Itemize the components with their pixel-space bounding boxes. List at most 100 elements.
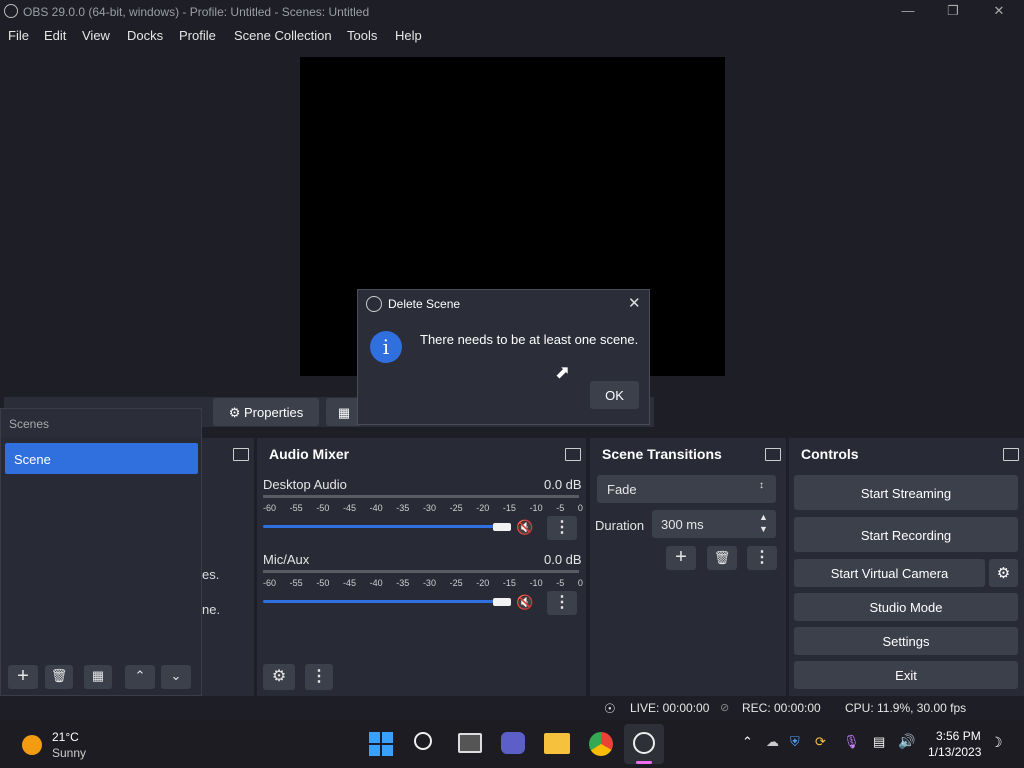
cloud-icon[interactable]: ☁ [766, 734, 779, 750]
volume-icon[interactable]: 🔊 [898, 733, 915, 750]
channel-name: Mic/Aux [263, 552, 310, 567]
settings-button[interactable]: Settings [794, 627, 1018, 655]
tick-label: -35 [396, 578, 410, 588]
properties-button[interactable]: ⚙ Properties [213, 398, 319, 426]
transition-menu-button[interactable]: ⋮ [747, 546, 777, 570]
tick-label: -10 [529, 503, 543, 513]
tick-label: -50 [316, 503, 330, 513]
float-dock-icon[interactable] [565, 448, 581, 461]
ok-button[interactable]: OK [590, 381, 639, 409]
menu-file[interactable]: File [8, 28, 29, 43]
volume-slider-handle[interactable] [493, 598, 511, 606]
maximize-button[interactable]: ❐ [943, 2, 963, 20]
tick-label: -10 [529, 578, 543, 588]
menu-view[interactable]: View [82, 28, 110, 43]
volume-slider[interactable] [263, 600, 503, 603]
duration-value: 300 ms [661, 517, 704, 532]
weather-desc: Sunny [52, 746, 87, 760]
close-button[interactable]: ✕ [989, 2, 1009, 20]
chevron-up-icon[interactable]: ⌃ [742, 734, 753, 750]
menu-edit[interactable]: Edit [44, 28, 66, 43]
mute-icon[interactable]: 🔇 [516, 519, 533, 536]
scene-filters-button[interactable]: ▦ [84, 665, 112, 689]
add-scene-button[interactable]: + [8, 665, 38, 689]
remove-scene-button[interactable]: 🗑 [45, 665, 73, 689]
float-dock-icon[interactable] [765, 448, 781, 461]
chevron-down-icon: ⌄ [170, 668, 182, 683]
menu-scene-collection[interactable]: Scene Collection [234, 28, 332, 43]
minimize-button[interactable]: — [898, 2, 918, 20]
menu-help[interactable]: Help [395, 28, 422, 43]
meter-scale: -60 -55 -50 -45 -40 -35 -30 -25 -20 -15 -10 -5 0 [263, 503, 583, 513]
tick-label: -45 [342, 578, 356, 588]
duration-spinbox[interactable]: 300 ms ▲ ▼ [652, 510, 776, 538]
tick-label: -5 [556, 578, 565, 588]
volume-slider-handle[interactable] [493, 523, 511, 531]
moon-icon[interactable]: ☽ [990, 734, 1003, 751]
windows-start-icon[interactable] [369, 732, 393, 756]
chevron-down-icon[interactable]: ▼ [759, 524, 768, 534]
chrome-icon[interactable] [589, 732, 613, 756]
start-streaming-button[interactable]: Start Streaming [794, 475, 1018, 510]
float-dock-icon[interactable] [233, 448, 249, 461]
meter-scale: -60 -55 -50 -45 -40 -35 -30 -25 -20 -15 -10 -5 0 [263, 578, 583, 588]
float-dock-icon[interactable] [1003, 448, 1019, 461]
update-icon[interactable]: ⟳ [815, 734, 826, 750]
channel-menu-button[interactable]: ⋮ [547, 591, 577, 615]
title-bar: OBS 29.0.0 (64-bit, windows) - Profile: … [0, 0, 1024, 23]
scenes-header: Scenes [1, 409, 201, 437]
shield-icon[interactable]: ⛨ [790, 734, 800, 750]
mute-icon[interactable]: 🔇 [516, 594, 533, 611]
tick-label: -30 [422, 503, 436, 513]
remove-transition-button[interactable]: 🗑 [707, 546, 737, 570]
tick-label: -20 [476, 578, 490, 588]
channel-menu-button[interactable]: ⋮ [547, 516, 577, 540]
live-status: LIVE: 00:00:00 [630, 701, 710, 715]
transition-select[interactable]: Fade ↕ [597, 475, 776, 503]
obs-logo-icon [366, 296, 382, 312]
kebab-menu-icon: ⋮ [554, 594, 570, 611]
search-icon[interactable] [414, 732, 432, 750]
add-transition-button[interactable]: + [666, 546, 696, 570]
filter-icon: ▦ [337, 405, 351, 420]
dialog-close-icon[interactable]: ✕ [628, 294, 641, 312]
chevron-up-icon[interactable]: ▲ [759, 512, 768, 522]
audio-mixer-dock: Audio Mixer Desktop Audio 0.0 dB -60 -55 -… [257, 438, 586, 696]
task-view-icon[interactable] [458, 733, 482, 753]
move-scene-down-button[interactable]: ⌄ [161, 665, 191, 689]
clock-date[interactable]: 1/13/2023 [928, 745, 981, 759]
tick-label: 0 [577, 578, 583, 588]
menu-profile[interactable]: Profile [179, 28, 216, 43]
rec-status: REC: 00:00:00 [742, 701, 821, 715]
sources-dock: es. ne. [202, 438, 254, 696]
scenes-dock: Scenes Scene + 🗑 ▦ ⌃ ⌄ [0, 408, 202, 696]
menu-tools[interactable]: Tools [347, 28, 377, 43]
advanced-audio-button[interactable]: ⚙ [263, 664, 295, 690]
obs-taskbar-button[interactable] [624, 724, 664, 764]
controls-dock: Controls Start Streaming Start Recording… [789, 438, 1024, 696]
virtual-camera-settings-button[interactable]: ⚙ [989, 559, 1018, 587]
filter-icon: ▦ [91, 668, 105, 683]
transition-selected: Fade [607, 482, 637, 497]
studio-mode-button[interactable]: Studio Mode [794, 593, 1018, 621]
chat-icon[interactable] [501, 732, 525, 754]
trash-icon: 🗑 [713, 550, 731, 565]
cpu-status: CPU: 11.9%, 30.00 fps [845, 701, 967, 715]
clock-time[interactable]: 3:56 PM [936, 729, 981, 743]
microphone-icon[interactable]: 🎙 [843, 734, 860, 750]
chevron-up-icon: ⌃ [134, 668, 146, 683]
tick-label: -50 [316, 578, 330, 588]
move-scene-up-button[interactable]: ⌃ [125, 665, 155, 689]
obs-logo-icon [4, 4, 18, 18]
start-virtual-camera-button[interactable]: Start Virtual Camera [794, 559, 985, 587]
mixer-menu-button[interactable]: ⋮ [305, 664, 333, 690]
start-recording-button[interactable]: Start Recording [794, 517, 1018, 552]
file-explorer-icon[interactable] [544, 733, 570, 754]
volume-slider[interactable] [263, 525, 503, 528]
tick-label: -25 [449, 503, 463, 513]
network-icon[interactable]: ▤ [873, 734, 885, 750]
menu-docks[interactable]: Docks [127, 28, 163, 43]
tick-label: -60 [263, 578, 277, 588]
scene-list-item[interactable]: Scene [5, 443, 198, 474]
exit-button[interactable]: Exit [794, 661, 1018, 689]
